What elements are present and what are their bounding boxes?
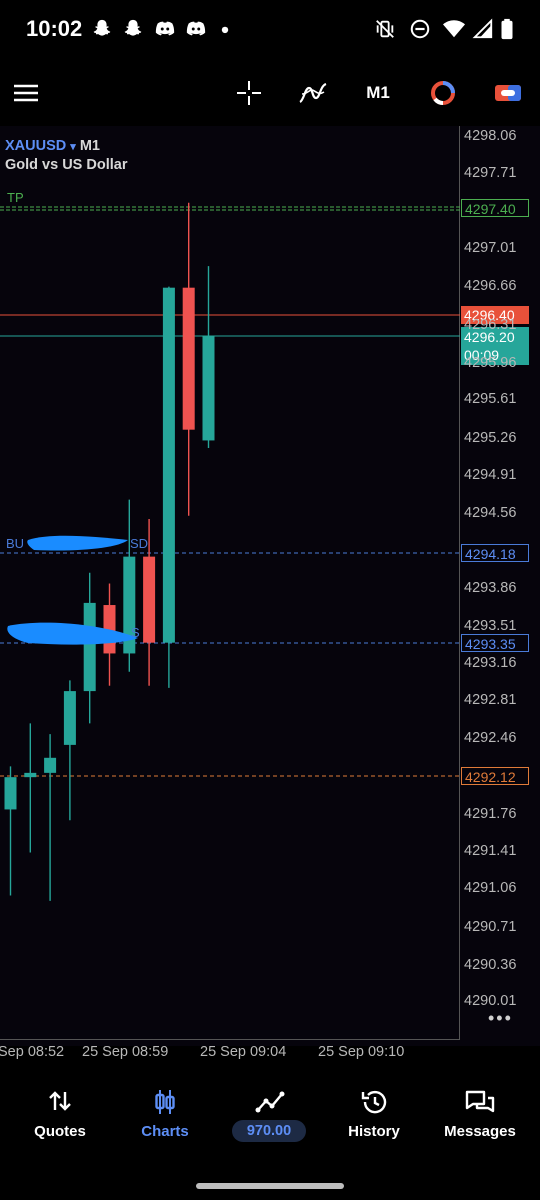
price-axis-label: 4290.36 xyxy=(464,957,517,973)
time-axis-label: 25 Sep 09:10 xyxy=(318,1044,405,1060)
price-axis-label: 4297.01 xyxy=(464,240,517,256)
price-axis-label: 4293.16 xyxy=(464,655,517,671)
nav-quotes-label: Quotes xyxy=(34,1123,86,1140)
nav-messages-label: Messages xyxy=(444,1123,516,1140)
tp-price-tag: 4297.40 xyxy=(461,199,529,217)
battery-icon xyxy=(501,18,513,40)
crosshair-icon xyxy=(237,81,261,105)
status-time: 10:02 xyxy=(26,16,83,41)
price-axis-label: 4298.06 xyxy=(464,128,517,144)
crosshair-button[interactable] xyxy=(232,62,266,124)
discord-icon xyxy=(186,21,206,36)
price-axis-label: 4290.01 xyxy=(464,993,517,1009)
order2-price-tag: 4293.35 xyxy=(461,634,529,652)
nav-charts[interactable]: Charts xyxy=(111,1074,219,1174)
snapchat-icon xyxy=(93,19,111,36)
objects-icon xyxy=(431,81,455,105)
symbol-timeframe: M1 xyxy=(79,138,100,154)
objects-button[interactable] xyxy=(426,62,460,124)
time-axis-label: Sep 08:52 xyxy=(0,1044,65,1060)
nav-charts-label: Charts xyxy=(141,1123,189,1140)
price-axis-label: 4291.41 xyxy=(464,843,517,859)
price-axis-label: 4297.71 xyxy=(464,165,517,181)
price-axis-label: 4291.06 xyxy=(464,880,517,896)
order2-label-tail: S xyxy=(131,625,140,640)
price-axis-label: 4295.96 xyxy=(464,355,517,371)
price-axis-label: 4291.76 xyxy=(464,806,517,822)
history-clock-icon xyxy=(361,1090,387,1114)
charts-candles-icon xyxy=(155,1090,175,1114)
quotes-arrows-icon xyxy=(49,1091,71,1111)
time-axis-label: 25 Sep 09:04 xyxy=(200,1044,287,1060)
symbol-description: Gold vs US Dollar xyxy=(5,157,128,173)
account-balance-badge[interactable]: 970.00 xyxy=(232,1120,306,1142)
one-click-trade-button[interactable] xyxy=(490,62,526,124)
price-axis-label: 4294.91 xyxy=(464,467,517,483)
price-axis-label: 4290.71 xyxy=(464,919,517,935)
chart-toolbar: M1 xyxy=(0,62,540,124)
one-click-trade-icon xyxy=(495,85,521,101)
time-axis-label: 25 Sep 08:59 xyxy=(82,1044,169,1060)
symbol-name: XAUUSD xyxy=(5,138,67,154)
symbol-dropdown-icon: ▾ xyxy=(70,141,76,153)
trade-line-icon xyxy=(255,1091,285,1113)
sl-price-tag: 4292.12 xyxy=(461,767,529,785)
price-axis-label: 4292.46 xyxy=(464,730,517,746)
indicators-button[interactable] xyxy=(295,62,331,124)
nav-history-label: History xyxy=(348,1123,400,1140)
menu-button[interactable] xyxy=(8,62,44,124)
timeframe-label: M1 xyxy=(366,83,390,102)
hamburger-icon xyxy=(14,84,38,102)
buy-order-price-tag: 4294.18 xyxy=(461,544,529,562)
price-axis-label: 4296.31 xyxy=(464,317,517,333)
price-axis-label: 4293.86 xyxy=(464,580,517,596)
buy-order-label: BU xyxy=(6,536,25,551)
indicators-icon xyxy=(299,82,327,103)
price-axis-label: 4295.26 xyxy=(464,430,517,446)
do-not-disturb-icon xyxy=(410,19,430,39)
nav-quotes[interactable]: Quotes xyxy=(6,1074,114,1174)
signal-icon xyxy=(472,18,493,39)
home-indicator[interactable] xyxy=(196,1183,344,1189)
messages-chat-icon xyxy=(465,1090,495,1113)
symbol-header[interactable]: XAUUSD ▾ M1 xyxy=(5,138,100,154)
snapchat-icon xyxy=(124,19,142,36)
buy-order-label-tail: SD xyxy=(130,536,149,551)
vibrate-off-icon xyxy=(376,20,394,38)
price-axis-label: 4295.61 xyxy=(464,391,517,407)
nav-history[interactable]: History xyxy=(320,1074,428,1174)
discord-icon xyxy=(155,21,175,36)
price-axis-label: 4293.51 xyxy=(464,618,517,634)
price-axis-label: 4294.56 xyxy=(464,505,517,521)
wifi-icon xyxy=(443,20,465,38)
chart-area[interactable] xyxy=(0,126,540,1046)
status-bar: 10:02 xyxy=(0,0,540,62)
nav-messages[interactable]: Messages xyxy=(426,1074,534,1174)
price-axis-label: 4292.81 xyxy=(464,692,517,708)
price-axis-label: 4296.66 xyxy=(464,278,517,294)
timeframe-button[interactable]: M1 xyxy=(358,62,398,124)
more-options-icon[interactable]: ••• xyxy=(488,1008,513,1029)
tp-label: TP xyxy=(7,190,24,205)
dot-icon xyxy=(221,26,229,34)
